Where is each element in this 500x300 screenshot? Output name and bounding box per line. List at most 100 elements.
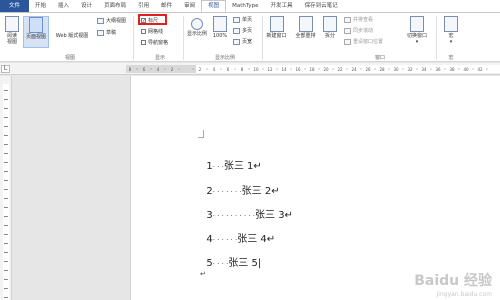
document-line-4[interactable]: 4· · · · · ·张三 4↵ [200,219,275,245]
multiple-pages-button[interactable]: 多页 [233,27,252,34]
ruler-tick-label: 40 [463,67,469,72]
ruler-tick [4,117,8,118]
group-label-macros: 宏 [448,55,454,61]
tab-selector[interactable]: L [1,65,10,73]
ruler-tick [4,153,8,154]
tab-design[interactable]: 设计 [75,0,98,12]
tab-save-cloud-note[interactable]: 保存到云笔记 [299,0,344,12]
page-width-icon [233,38,240,45]
reset-window-position-button[interactable]: 重设窗口位置 [344,38,383,45]
switch-windows-icon [410,16,424,32]
checkbox-icon [141,29,146,34]
magnifier-icon [191,18,203,30]
ruler-tick-label: 4 [157,67,160,72]
navigation-pane-checkbox[interactable]: 导航窗格 [141,39,168,46]
print-layout-button[interactable]: 页面视图 [23,16,49,48]
ruler-tick [4,297,8,298]
ribbon-view: 阅读 视图 页面视图 Web 版式视图 大纲视图 草稿 视图 ✓ 标尺 网格线 导… [0,12,500,62]
chevron-down-icon: ▾ [449,39,453,45]
vertical-ruler[interactable] [0,76,12,300]
hundred-percent-icon [213,16,227,32]
crop-mark [198,130,204,138]
read-mode-button[interactable]: 阅读 视图 [3,16,21,45]
page-icon [29,17,43,33]
document-page[interactable] [130,76,500,300]
divider [183,16,184,60]
synchronous-scrolling-button[interactable]: 同步滚动 [344,27,373,34]
web-layout-button[interactable]: Web 版式视图 [51,16,93,39]
tab-home[interactable]: 开始 [29,0,52,12]
one-page-button[interactable]: 单页 [233,16,252,23]
document-line-3[interactable]: 3· · · · · · · · · ·张三 3↵ [200,195,293,221]
split-icon [323,16,337,32]
tab-references[interactable]: 引用 [132,0,155,12]
ruler-tick [4,99,8,100]
tab-mailings[interactable]: 邮件 [155,0,178,12]
view-side-by-side-button[interactable]: 并排查看 [344,16,373,23]
tab-file[interactable]: 文件 [0,0,30,12]
arrange-all-button[interactable]: 全部重排 [293,16,318,39]
group-label-views: 视图 [64,55,75,61]
ruler-tick-label: 4 [213,67,216,72]
ruler-tick-label: 2 [199,67,202,72]
ruler-tick-label: 14 [281,67,287,72]
macros-icon [444,16,458,32]
line-tail: 3↵ [275,210,293,221]
ruler-tick-label: 22 [337,67,343,72]
ruler-tick [4,216,8,217]
ruler-tick-label: 18 [309,67,315,72]
tab-insert[interactable]: 插入 [52,0,75,12]
ruler-tick [4,171,8,172]
document-line-2[interactable]: 2· · · · · · ·张三 2↵ [200,171,279,197]
ribbon-tab-bar: 文件 开始 插入 设计 页面布局 引用 邮件 审阅 视图 MathType 开发… [0,0,500,12]
ruler-tick-label: 24 [351,67,357,72]
tab-review[interactable]: 审阅 [178,0,201,12]
dot-leader: · · · · [212,260,229,268]
gridlines-checkbox[interactable]: 网格线 [141,28,163,35]
switch-windows-button[interactable]: 切换窗口 ▾ [403,16,431,45]
ruler-tick-label: 8 [129,67,132,72]
document-line-1[interactable]: 1· · ·张三 1↵ [200,146,261,172]
outline-button[interactable]: 大纲视图 [97,17,126,24]
new-window-button[interactable]: 新建窗口 [264,16,289,39]
ruler-tick [4,252,8,253]
macros-button[interactable]: 宏 ▾ [441,16,461,45]
dot-leader: · · · [212,163,224,171]
new-window-icon [269,16,284,32]
ruler-tick-label: 10 [253,67,259,72]
ruler-tick-label: 26 [365,67,371,72]
group-label-show: 显示 [154,55,165,61]
zoom-100-button[interactable]: 100% [211,16,229,39]
highlight-box [138,14,167,25]
ruler-tick [4,135,8,136]
checkbox-icon [141,40,146,45]
draft-button[interactable]: 草稿 [97,29,116,36]
chevron-down-icon: ▾ [415,39,419,45]
outline-icon [97,17,104,24]
book-icon [5,16,19,32]
tab-developer[interactable]: 开发工具 [265,0,299,12]
side-by-side-icon [344,16,351,23]
ruler-tick-label: 42 [477,67,483,72]
vertical-ruler-track [3,84,9,300]
ruler-tick-label: 32 [407,67,413,72]
tab-view[interactable]: 视图 [201,0,227,12]
tab-page-layout[interactable]: 页面布局 [98,0,132,12]
ruler-tick [4,180,8,181]
zoom-button[interactable]: 显示比例 [186,16,208,37]
ruler-tick [4,234,8,235]
ruler-margin-shade [126,65,196,73]
ruler-tick-label: 6 [227,67,230,72]
divider [436,16,437,60]
tab-mathtype[interactable]: MathType [226,0,264,12]
ruler-tick [4,279,8,280]
ruler-tick [4,189,8,190]
ruler-tick-label: 2 [171,67,174,72]
ruler-tick-label: 28 [379,67,385,72]
group-label-zoom: 显示比例 [214,55,235,61]
page-width-button[interactable]: 页宽 [233,38,252,45]
ruler-tick [4,198,8,199]
split-button[interactable]: 拆分 [322,16,338,39]
document-line-5[interactable]: 5· · · ·张三 5| [200,243,261,269]
horizontal-ruler[interactable]: 8 6 4 2 2 4 6 8 10 12 14 16 18 20 22 24 26 28 30 32 34 36 38 40… [126,65,500,73]
